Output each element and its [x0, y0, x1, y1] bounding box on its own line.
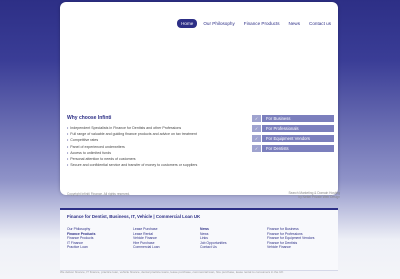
content-frame: Home Our Philosophy Finance Products New…: [60, 2, 338, 195]
why-choose-heading: Why choose Infinti: [67, 115, 112, 121]
nav-finance-products[interactable]: Finance Products: [241, 20, 283, 28]
check-icon: ✓: [252, 125, 261, 132]
footer-column-3: News News Links Job Opportunities Contac…: [200, 227, 227, 250]
nav-contact-us[interactable]: Contact us: [306, 20, 334, 28]
nav-our-philosophy[interactable]: Our Philosophy: [200, 20, 237, 28]
audience-links: ✓ For Business ✓ For Professionals ✓ For…: [252, 115, 334, 155]
why-choose-list: Independent Specialists in Finance for D…: [67, 125, 197, 168]
list-item: Secure and confidential service and tran…: [67, 162, 197, 168]
button-label: For Business: [262, 115, 334, 122]
button-label: For Equipment Vendors: [262, 135, 334, 142]
footer-link[interactable]: Practice Loan: [67, 245, 95, 250]
footer-link[interactable]: Contact Us: [200, 245, 227, 250]
footer-column-2: Lease Purchase Lease Rental Vehicle Fina…: [133, 227, 160, 250]
copyright-text: Copyright Infiniti Finance. All rights r…: [67, 192, 131, 196]
button-label: For Professionals: [262, 125, 334, 132]
button-label: For Dentists: [262, 145, 334, 152]
check-icon: ✓: [252, 115, 261, 122]
footer-title: Finance for Dentist, Business, IT, Vehic…: [67, 214, 201, 219]
for-business-button[interactable]: ✓ For Business: [252, 115, 334, 122]
footer-column-1: Our Philosophy Finance Products Finance …: [67, 227, 95, 250]
check-icon: ✓: [252, 135, 261, 142]
for-dentists-button[interactable]: ✓ For Dentists: [252, 145, 334, 152]
main-nav: Home Our Philosophy Finance Products New…: [177, 19, 334, 28]
for-equipment-vendors-button[interactable]: ✓ For Equipment Vendors: [252, 135, 334, 142]
footer-links-panel: Finance for Dentist, Business, IT, Vehic…: [60, 208, 338, 271]
footer-link[interactable]: Commercial Loan: [133, 245, 160, 250]
footer-column-4: Finance for Business Finance for Profess…: [267, 227, 315, 250]
seo-note: We deliver finance, IT finance, practice…: [60, 270, 284, 274]
for-professionals-button[interactable]: ✓ For Professionals: [252, 125, 334, 132]
nav-news[interactable]: News: [286, 20, 304, 28]
footer-link[interactable]: Lease Purchase: [133, 227, 160, 232]
credits: Search Marketing & Domain Hosting by Net…: [288, 191, 340, 199]
check-icon: ✓: [252, 145, 261, 152]
footer-link[interactable]: Vehicle Finance: [267, 245, 315, 250]
nav-home[interactable]: Home: [177, 19, 198, 28]
credits-line[interactable]: by Nettel Private Web Design: [288, 195, 340, 199]
